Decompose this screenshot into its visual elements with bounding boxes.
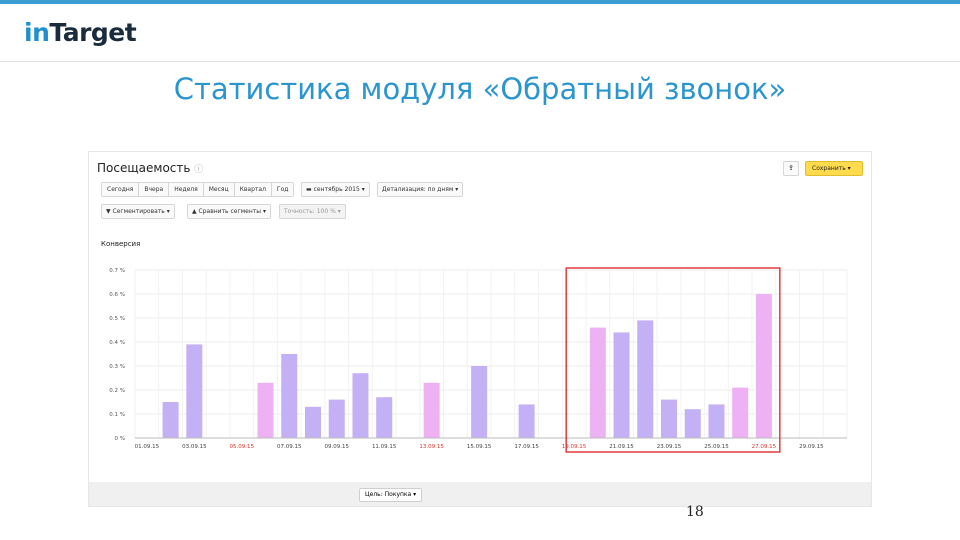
intarget-logo: inTarget xyxy=(24,18,137,47)
conversion-bar-chart: 0 % 0.1 % 0.2 % 0.3 % 0.4 % 0.5 % 0.6 % 0.7 % 01… xyxy=(109,267,848,453)
y-tick-label: 0.4 % xyxy=(109,340,125,346)
export-icon[interactable]: ⇪ xyxy=(783,161,799,176)
bar-06.09.15 xyxy=(257,382,274,438)
period-today[interactable]: Сегодня xyxy=(102,183,140,196)
x-tick-label: 25.09.15 xyxy=(704,444,729,450)
bar-27.09.15 xyxy=(755,294,772,438)
compare-segments-button[interactable]: ▲ Сравнить сегменты ▾ xyxy=(187,204,271,219)
header-divider xyxy=(0,61,960,62)
x-tick-label: 09.09.15 xyxy=(324,444,349,450)
page-number: 18 xyxy=(686,504,704,520)
y-tick-label: 0.2 % xyxy=(109,388,125,394)
accuracy-select[interactable]: Точность: 100 % ▾ xyxy=(279,204,346,219)
period-month[interactable]: Месяц xyxy=(203,183,235,196)
x-tick-label: 23.09.15 xyxy=(657,444,682,450)
y-tick-label: 0 % xyxy=(115,436,125,442)
x-tick-label: 11.09.15 xyxy=(372,444,397,450)
y-tick-label: 0.1 % xyxy=(109,412,125,418)
bar-09.09.15 xyxy=(328,399,345,438)
bar-24.09.15 xyxy=(684,409,701,438)
bar-23.09.15 xyxy=(661,399,677,438)
top-accent-line xyxy=(0,0,960,4)
x-tick-label: 15.09.15 xyxy=(467,444,492,450)
bar-11.09.15 xyxy=(376,397,393,438)
period-yesterday[interactable]: Вчера xyxy=(139,183,170,196)
period-quarter[interactable]: Квартал xyxy=(234,183,272,196)
date-range-picker[interactable]: ▬ сентябрь 2015 ▾ xyxy=(301,182,370,197)
metrika-screenshot-panel: Посещаемость ⓘ ⇪ Сохранить ▾ Сегодня Вче… xyxy=(88,151,872,507)
slide-title: Статистика модуля «Обратный звонок» xyxy=(173,72,787,106)
bar-02.09.15 xyxy=(162,402,179,438)
bar-08.09.15 xyxy=(305,406,321,438)
x-tick-label: 05.09.15 xyxy=(230,444,255,450)
x-tick-label: 01.09.15 xyxy=(135,444,160,450)
period-week[interactable]: Неделя xyxy=(169,183,204,196)
bar-22.09.15 xyxy=(637,320,654,438)
detail-select[interactable]: Детализация: по дням ▾ xyxy=(377,182,464,197)
period-selector: Сегодня Вчера Неделя Месяц Квартал Год xyxy=(101,182,295,197)
x-tick-label: 03.09.15 xyxy=(182,444,207,450)
bar-21.09.15 xyxy=(613,332,630,438)
bar-03.09.15 xyxy=(186,344,203,438)
segment-button[interactable]: ▼ Сегментировать ▾ xyxy=(101,204,175,219)
goal-select[interactable]: Цель: Покупка ▾ xyxy=(359,488,423,502)
y-tick-label: 0.3 % xyxy=(109,364,125,370)
panel-footer xyxy=(89,482,871,506)
x-tick-label: 07.09.15 xyxy=(277,444,302,450)
y-tick-label: 0.5 % xyxy=(109,316,125,322)
info-icon: ⓘ xyxy=(194,165,204,175)
x-tick-label: 29.09.15 xyxy=(799,444,824,450)
x-tick-label: 17.09.15 xyxy=(514,444,539,450)
bar-15.09.15 xyxy=(471,366,488,438)
x-tick-label: 27.09.15 xyxy=(752,444,777,450)
y-tick-label: 0.7 % xyxy=(109,268,125,274)
save-button[interactable]: Сохранить ▾ xyxy=(805,161,863,176)
bar-10.09.15 xyxy=(352,373,369,438)
bar-13.09.15 xyxy=(423,382,440,438)
panel-title: Посещаемость ⓘ xyxy=(97,161,204,175)
bar-25.09.15 xyxy=(708,404,725,438)
bar-17.09.15 xyxy=(518,404,535,438)
bar-20.09.15 xyxy=(589,327,606,438)
period-year[interactable]: Год xyxy=(271,183,294,196)
chart-section-label: Конверсия xyxy=(101,240,141,248)
y-tick-label: 0.6 % xyxy=(109,292,125,298)
bar-07.09.15 xyxy=(281,354,298,438)
x-tick-label: 21.09.15 xyxy=(609,444,634,450)
bar-26.09.15 xyxy=(732,387,749,438)
x-tick-label: 13.09.15 xyxy=(419,444,444,450)
